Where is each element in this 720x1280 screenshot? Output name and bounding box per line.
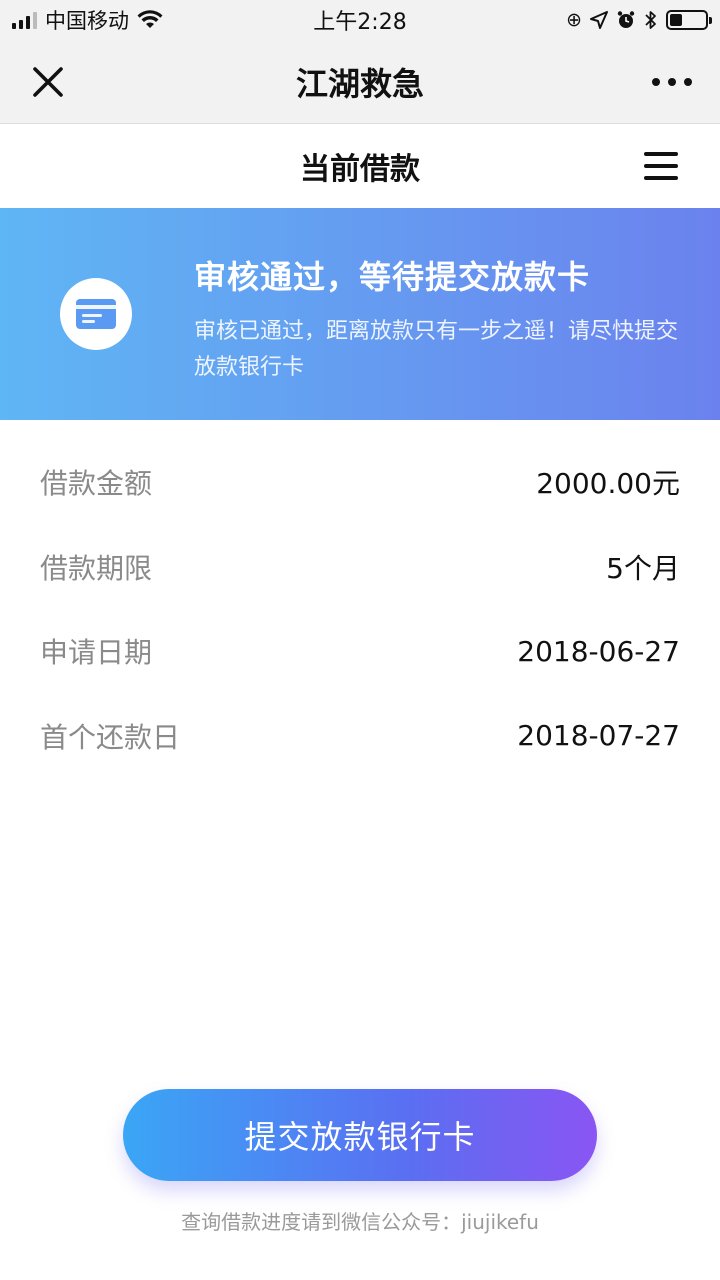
nav-title: 江湖救急 xyxy=(295,64,424,103)
info-row-apply-date: 申请日期 2018-06-27 xyxy=(0,609,720,694)
close-button[interactable] xyxy=(28,62,68,102)
info-value: 2018-06-27 xyxy=(517,634,680,668)
info-row-term: 借款期限 5个月 xyxy=(0,525,720,610)
menu-line-icon xyxy=(644,164,678,168)
page-header: 当前借款 xyxy=(0,124,720,208)
info-value: 5个月 xyxy=(606,551,680,585)
more-dot-icon xyxy=(668,78,676,86)
wifi-icon xyxy=(137,10,163,28)
close-icon xyxy=(33,67,63,97)
card-icon xyxy=(76,299,116,329)
carrier-name: 中国移动 xyxy=(45,9,129,33)
status-bar: 中国移动 上午2:28 ⊕ xyxy=(0,0,720,40)
banner-icon-circle xyxy=(60,278,132,350)
banner-title: 审核通过，等待提交放款卡 xyxy=(194,258,591,296)
info-label: 首个还款日 xyxy=(40,720,181,754)
alarm-icon xyxy=(617,11,635,28)
location-icon xyxy=(590,11,608,29)
menu-line-icon xyxy=(644,152,678,156)
status-left: 中国移动 xyxy=(12,5,163,35)
info-row-first-repay: 首个还款日 2018-07-27 xyxy=(0,694,720,779)
submit-bank-card-button[interactable]: 提交放款银行卡 xyxy=(123,1089,597,1181)
bluetooth-icon xyxy=(645,11,656,29)
more-dot-icon xyxy=(684,78,692,86)
info-value: 2000.00元 xyxy=(536,467,680,501)
status-banner: 审核通过，等待提交放款卡 审核已通过，距离放款只有一步之遥！请尽快提交放款银行卡 xyxy=(0,208,720,420)
loan-info-list: 借款金额 2000.00元 借款期限 5个月 申请日期 2018-06-27 首… xyxy=(0,440,720,778)
status-right: ⊕ xyxy=(566,8,712,31)
nav-bar: 江湖救急 xyxy=(0,40,720,124)
signal-icon xyxy=(12,11,37,29)
footer-note: 查询借款进度请到微信公众号：jiujikefu xyxy=(181,1210,539,1234)
menu-line-icon xyxy=(644,176,678,180)
more-dot-icon xyxy=(652,78,660,86)
info-label: 申请日期 xyxy=(40,636,153,670)
banner-description: 审核已通过，距离放款只有一步之遥！请尽快提交放款银行卡 xyxy=(194,319,679,380)
info-label: 借款期限 xyxy=(40,551,153,585)
info-label: 借款金额 xyxy=(40,467,153,501)
battery-icon xyxy=(666,10,712,30)
menu-button[interactable] xyxy=(644,152,678,180)
battery-level xyxy=(670,14,682,26)
info-row-amount: 借款金额 2000.00元 xyxy=(0,440,720,525)
info-value: 2018-07-27 xyxy=(517,719,680,753)
more-button[interactable] xyxy=(652,70,692,94)
rotation-lock-icon: ⊕ xyxy=(566,8,582,31)
page-title: 当前借款 xyxy=(300,152,420,187)
